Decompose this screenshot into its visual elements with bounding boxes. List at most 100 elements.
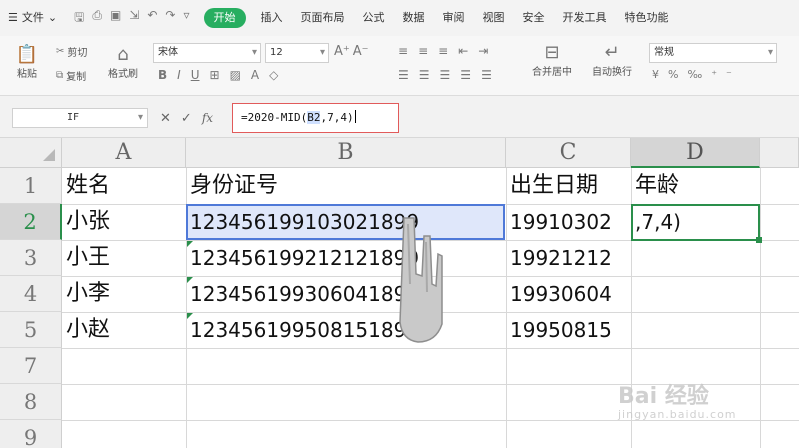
formula-ref: B2: [307, 111, 321, 124]
justify-icon[interactable]: ☰: [460, 68, 471, 82]
tab-view[interactable]: 视图: [474, 6, 514, 30]
cancel-icon[interactable]: ✕: [160, 111, 171, 126]
cell-c4[interactable]: 19930604: [506, 276, 631, 312]
tab-review[interactable]: 审阅: [434, 6, 474, 30]
row-header-5[interactable]: 5: [0, 312, 62, 348]
save-icon[interactable]: 🖫: [74, 8, 84, 29]
paste-button[interactable]: 📋 粘贴: [10, 44, 44, 80]
scissors-icon: ✂: [56, 46, 65, 57]
cell-b5[interactable]: 123456199508151899: [186, 312, 506, 348]
check-icon[interactable]: ✓: [181, 111, 192, 126]
row-header-2[interactable]: 2: [0, 204, 62, 240]
align-left-icon[interactable]: ☰: [398, 68, 409, 82]
column-header-a[interactable]: A: [62, 138, 186, 168]
column-header-c[interactable]: C: [506, 138, 631, 168]
cell-b3[interactable]: 123456199212121899: [186, 240, 506, 276]
row-header-1[interactable]: 1: [0, 168, 62, 204]
clear-format-icon[interactable]: ◇: [269, 68, 278, 82]
copy-button[interactable]: ⧉ 复制: [56, 68, 86, 83]
cell-c3[interactable]: 19921212: [506, 240, 631, 276]
gridline: [760, 168, 761, 448]
export-icon[interactable]: ⇲: [129, 8, 139, 29]
fill-color-icon[interactable]: ▨: [230, 68, 241, 82]
tab-security[interactable]: 安全: [514, 6, 554, 30]
wrap-text-button[interactable]: ↵ 自动换行: [584, 42, 640, 78]
row-header-4[interactable]: 4: [0, 276, 62, 312]
align-right-icon[interactable]: ☰: [440, 68, 451, 82]
font-size-adjust: A⁺ A⁻: [334, 44, 369, 59]
cell-a4[interactable]: 小李: [62, 276, 186, 312]
row-header-8[interactable]: 8: [0, 384, 62, 420]
file-menu[interactable]: ☰ 文件 ⌄: [0, 6, 66, 30]
column-header-b[interactable]: B: [186, 138, 506, 168]
number-format-group: ¥ % ‰ ⁺ ⁻: [652, 68, 732, 81]
font-name-select[interactable]: 宋体: [153, 43, 261, 63]
column-header-d[interactable]: D: [631, 138, 760, 168]
tab-insert[interactable]: 插入: [252, 6, 292, 30]
bold-icon[interactable]: B: [158, 68, 167, 82]
merge-center-button[interactable]: ⊟ 合并居中: [524, 42, 580, 78]
tab-start[interactable]: 开始: [203, 8, 246, 28]
row-header-7[interactable]: 7: [0, 348, 62, 384]
cell-b1[interactable]: 身份证号: [186, 168, 506, 204]
percent-icon[interactable]: %: [668, 68, 678, 81]
decrease-decimal-icon[interactable]: ⁻: [726, 68, 732, 81]
row-header-3[interactable]: 3: [0, 240, 62, 276]
select-all-corner[interactable]: [0, 138, 62, 168]
redo-icon[interactable]: ↷: [165, 8, 175, 29]
column-header-e[interactable]: [760, 138, 799, 168]
underline-icon[interactable]: U: [191, 68, 200, 82]
row-header-9[interactable]: 9: [0, 420, 62, 448]
cell-a1[interactable]: 姓名: [62, 168, 186, 204]
decrease-font-icon[interactable]: A⁻: [353, 44, 369, 59]
undo-icon[interactable]: ↶: [147, 8, 157, 29]
cell-b4[interactable]: 123456199306041899: [186, 276, 506, 312]
hamburger-icon: ☰: [8, 11, 18, 24]
tab-developer[interactable]: 开发工具: [554, 6, 616, 30]
format-painter-icon: ⌂: [117, 44, 129, 65]
customize-icon[interactable]: ▿: [183, 8, 189, 29]
merge-center-label: 合并居中: [532, 67, 572, 78]
font-color-icon[interactable]: A: [251, 68, 259, 82]
number-format-select[interactable]: 常规: [649, 43, 777, 63]
tab-data[interactable]: 数据: [394, 6, 434, 30]
cell-a2[interactable]: 小张: [62, 204, 186, 240]
formula-input[interactable]: =2020-MID(B2,7,4): [232, 103, 399, 133]
font-size-select[interactable]: 12: [265, 43, 329, 63]
align-bottom-icon[interactable]: ≡: [438, 44, 448, 58]
cut-button[interactable]: ✂ 剪切: [56, 44, 87, 59]
tab-features[interactable]: 特色功能: [616, 6, 678, 30]
indent-decrease-icon[interactable]: ⇤: [458, 44, 468, 58]
tab-formulas[interactable]: 公式: [354, 6, 394, 30]
name-box[interactable]: IF: [12, 108, 148, 128]
cell-c2[interactable]: 19910302: [506, 204, 631, 240]
format-painter-button[interactable]: ⌂ 格式刷: [104, 44, 142, 80]
baidu-watermark: Bai 经验 jingyan.baidu.com: [618, 378, 737, 421]
distribute-icon[interactable]: ☰: [481, 68, 492, 82]
thousands-icon[interactable]: ‰: [687, 68, 702, 81]
cell-d1[interactable]: 年龄: [631, 168, 760, 204]
increase-font-icon[interactable]: A⁺: [334, 44, 350, 59]
align-top-icon[interactable]: ≡: [398, 44, 408, 58]
quick-access: 🖫 ⎙ ▣ ⇲ ↶ ↷ ▿: [66, 8, 197, 29]
border-icon[interactable]: ⊞: [210, 68, 220, 82]
cell-b2[interactable]: 123456199103021899: [186, 204, 506, 240]
print-preview-icon[interactable]: ⎙: [92, 8, 102, 29]
align-center-icon[interactable]: ☰: [419, 68, 430, 82]
italic-icon[interactable]: I: [177, 68, 181, 82]
file-menu-label: 文件: [21, 11, 44, 24]
error-indicator: [187, 277, 193, 283]
cell-a3[interactable]: 小王: [62, 240, 186, 276]
currency-icon[interactable]: ¥: [652, 68, 659, 81]
formula-suffix: ,7,4): [320, 111, 354, 124]
print-icon[interactable]: ▣: [110, 8, 121, 29]
cell-a5[interactable]: 小赵: [62, 312, 186, 348]
fx-icon[interactable]: fx: [202, 111, 213, 125]
cell-c5[interactable]: 19950815: [506, 312, 631, 348]
cell-d2-editing[interactable]: ,7,4): [631, 204, 760, 240]
tab-page-layout[interactable]: 页面布局: [292, 6, 354, 30]
align-middle-icon[interactable]: ≡: [418, 44, 428, 58]
indent-increase-icon[interactable]: ⇥: [478, 44, 488, 58]
increase-decimal-icon[interactable]: ⁺: [711, 68, 717, 81]
cell-c1[interactable]: 出生日期: [506, 168, 631, 204]
